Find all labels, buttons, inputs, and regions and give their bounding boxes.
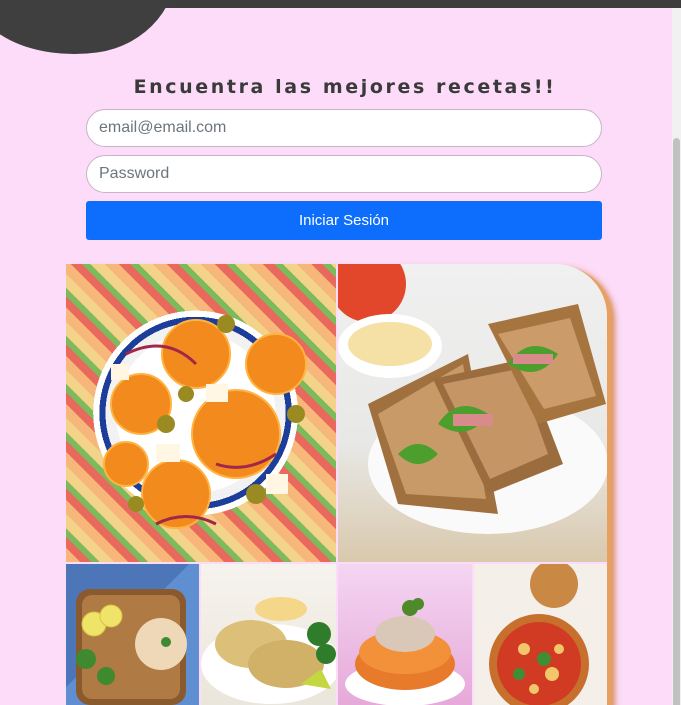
scrollbar[interactable] — [672, 8, 681, 705]
tuna-toast-photo — [338, 564, 472, 705]
page-title: Encuentra las mejores recetas!! — [133, 76, 557, 98]
recipe-photo-collage — [66, 264, 607, 705]
flatbread-photo — [66, 564, 199, 705]
sandwich-photo — [338, 264, 607, 562]
login-button[interactable]: Iniciar Sesión — [86, 201, 602, 240]
decorative-blob — [0, 0, 187, 70]
orange-salad-photo — [66, 264, 336, 562]
pizza-photo — [474, 564, 607, 705]
potato-cakes-photo — [201, 564, 336, 705]
email-field[interactable] — [86, 109, 602, 147]
scrollbar-thumb[interactable] — [673, 138, 680, 705]
password-field[interactable] — [86, 155, 602, 193]
